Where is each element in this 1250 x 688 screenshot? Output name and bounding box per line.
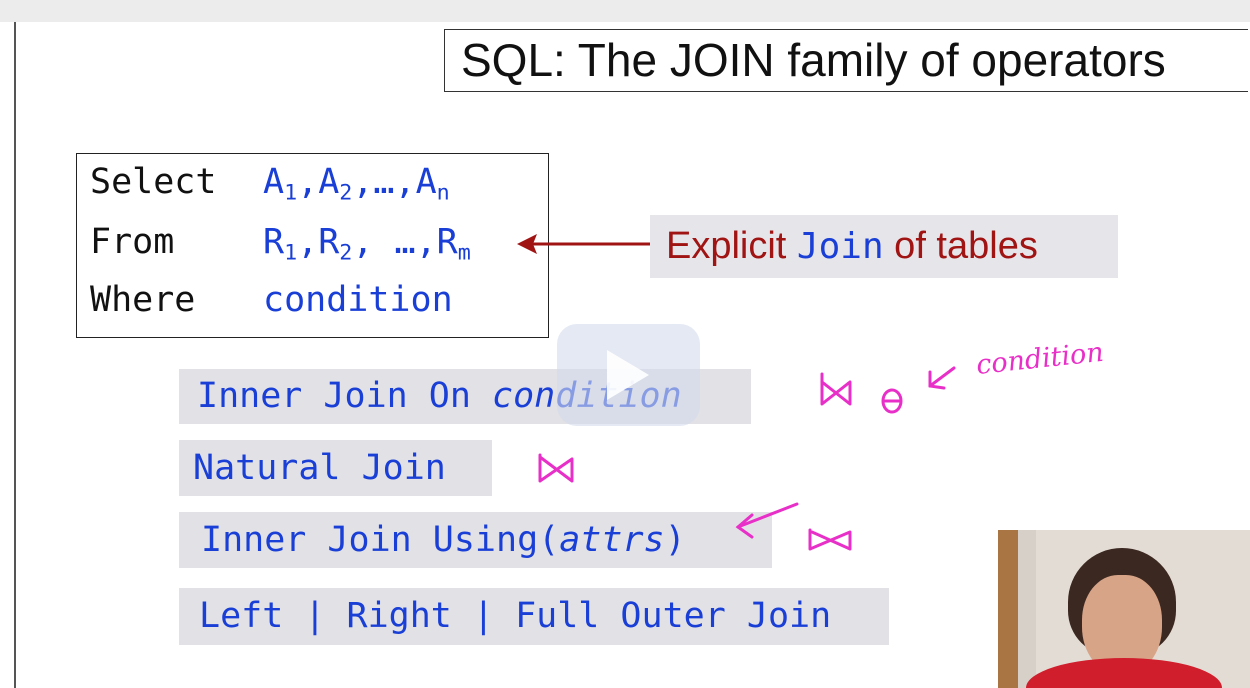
- slide: SQL: The JOIN family of operators Select…: [0, 22, 1250, 688]
- natural-join-bowtie-icon: [538, 453, 574, 483]
- presenter-shirt: [1026, 658, 1222, 688]
- using-arrow-icon: [735, 502, 799, 539]
- using-bowtie-icon: [808, 528, 852, 551]
- presenter-webcam: [998, 530, 1250, 688]
- pointer-arrow-icon: [928, 366, 956, 390]
- theta-join-bowtie-icon: [820, 372, 903, 414]
